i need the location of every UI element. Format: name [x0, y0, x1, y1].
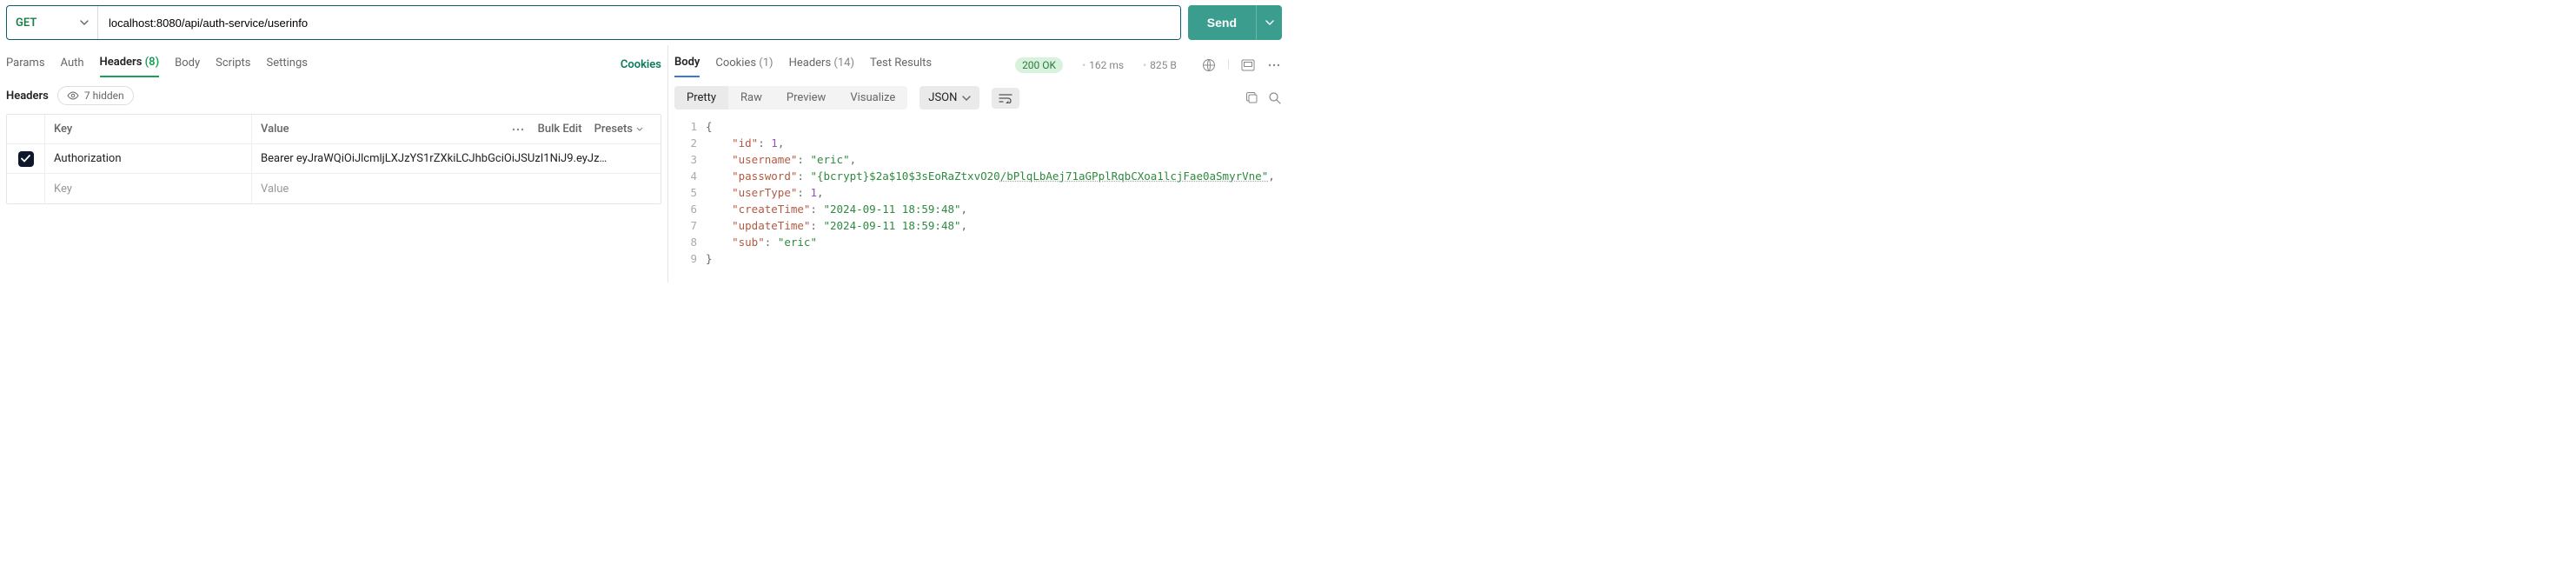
save-response-icon[interactable]	[1240, 57, 1256, 73]
header-value[interactable]: Bearer eyJraWQiOiJlcmljLXJzYS1rZXkiLCJhb…	[252, 144, 661, 173]
bulk-edit-link[interactable]: Bulk Edit	[538, 123, 582, 136]
header-key-placeholder[interactable]: Key	[45, 174, 252, 203]
method-label: GET	[16, 17, 37, 30]
col-key: Key	[45, 115, 252, 143]
cookies-link[interactable]: Cookies	[621, 58, 661, 71]
response-panel: Body Cookies (1) Headers (14) Test Resul…	[667, 45, 1288, 282]
chevron-down-icon	[80, 20, 89, 25]
request-tabs: Params Auth Headers (8) Body Scripts Set…	[6, 45, 661, 77]
seg-visualize[interactable]: Visualize	[838, 86, 907, 110]
header-value-placeholder[interactable]: Value	[252, 174, 661, 203]
seg-pretty[interactable]: Pretty	[674, 86, 728, 110]
tab-resp-headers-count: (14)	[833, 56, 854, 70]
send-button[interactable]: Send	[1188, 5, 1256, 40]
view-mode-segments: Pretty Raw Preview Visualize	[674, 86, 907, 110]
tab-headers[interactable]: Headers (8)	[100, 52, 160, 77]
hidden-headers-toggle[interactable]: 7 hidden	[57, 86, 134, 105]
send-button-group: Send	[1188, 5, 1282, 40]
table-row-empty[interactable]: Key Value	[7, 174, 661, 203]
response-toolbar: Pretty Raw Preview Visualize JSON	[674, 77, 1282, 118]
table-row[interactable]: Authorization Bearer eyJraWQiOiJlcmljLXJ…	[7, 144, 661, 174]
request-box: GET	[6, 5, 1181, 40]
status-time: •162 ms	[1079, 59, 1124, 71]
eye-icon	[67, 91, 79, 100]
seg-preview[interactable]: Preview	[774, 86, 838, 110]
more-icon[interactable]	[510, 122, 526, 137]
search-icon[interactable]	[1266, 90, 1282, 106]
tab-auth[interactable]: Auth	[61, 53, 84, 76]
tab-test-results[interactable]: Test Results	[870, 53, 932, 76]
more-icon[interactable]	[1266, 57, 1282, 73]
tab-scripts[interactable]: Scripts	[216, 53, 250, 76]
tab-resp-headers[interactable]: Headers (14)	[789, 53, 854, 76]
format-label: JSON	[928, 91, 957, 104]
tab-resp-body[interactable]: Body	[674, 52, 700, 77]
seg-raw[interactable]: Raw	[728, 86, 774, 110]
tab-resp-cookies[interactable]: Cookies (1)	[715, 53, 773, 76]
tab-body[interactable]: Body	[175, 53, 200, 76]
tab-resp-cookies-count: (1)	[759, 56, 773, 70]
header-key[interactable]: Authorization	[45, 144, 252, 173]
tab-params[interactable]: Params	[6, 53, 45, 76]
col-value-label: Value	[261, 123, 289, 136]
request-bar: GET Send	[0, 0, 1288, 45]
status-badge: 200 OK	[1015, 57, 1063, 73]
globe-icon[interactable]	[1201, 57, 1217, 73]
wrap-lines-icon[interactable]	[992, 88, 1019, 109]
copy-icon[interactable]	[1244, 90, 1259, 106]
col-value: Value Bulk Edit Presets	[252, 115, 661, 143]
hidden-count-label: 7 hidden	[84, 90, 124, 102]
headers-title: Headers	[6, 90, 49, 103]
response-tabs: Body Cookies (1) Headers (14) Test Resul…	[674, 45, 1282, 77]
response-body[interactable]: 1{ 2 "id": 1, 3 "username": "eric", 4 "p…	[674, 118, 1282, 267]
tab-headers-count: (8)	[145, 56, 160, 69]
tab-resp-cookies-label: Cookies	[715, 56, 756, 70]
headers-table: Key Value Bulk Edit Presets	[6, 114, 661, 204]
request-panel: Params Auth Headers (8) Body Scripts Set…	[0, 45, 667, 282]
checkbox-checked[interactable]	[18, 151, 34, 167]
tab-resp-headers-label: Headers	[789, 56, 832, 70]
tab-settings[interactable]: Settings	[267, 53, 308, 76]
presets-dropdown[interactable]: Presets	[594, 123, 643, 136]
send-dropdown[interactable]	[1256, 5, 1282, 40]
table-header-row: Key Value Bulk Edit Presets	[7, 115, 661, 144]
method-select[interactable]: GET	[7, 6, 98, 39]
format-select[interactable]: JSON	[920, 86, 979, 110]
url-input[interactable]	[98, 6, 1180, 39]
tab-headers-label: Headers	[100, 56, 143, 69]
presets-label: Presets	[594, 123, 633, 136]
headers-section-bar: Headers 7 hidden	[6, 77, 661, 114]
status-size: •825 B	[1139, 59, 1177, 71]
